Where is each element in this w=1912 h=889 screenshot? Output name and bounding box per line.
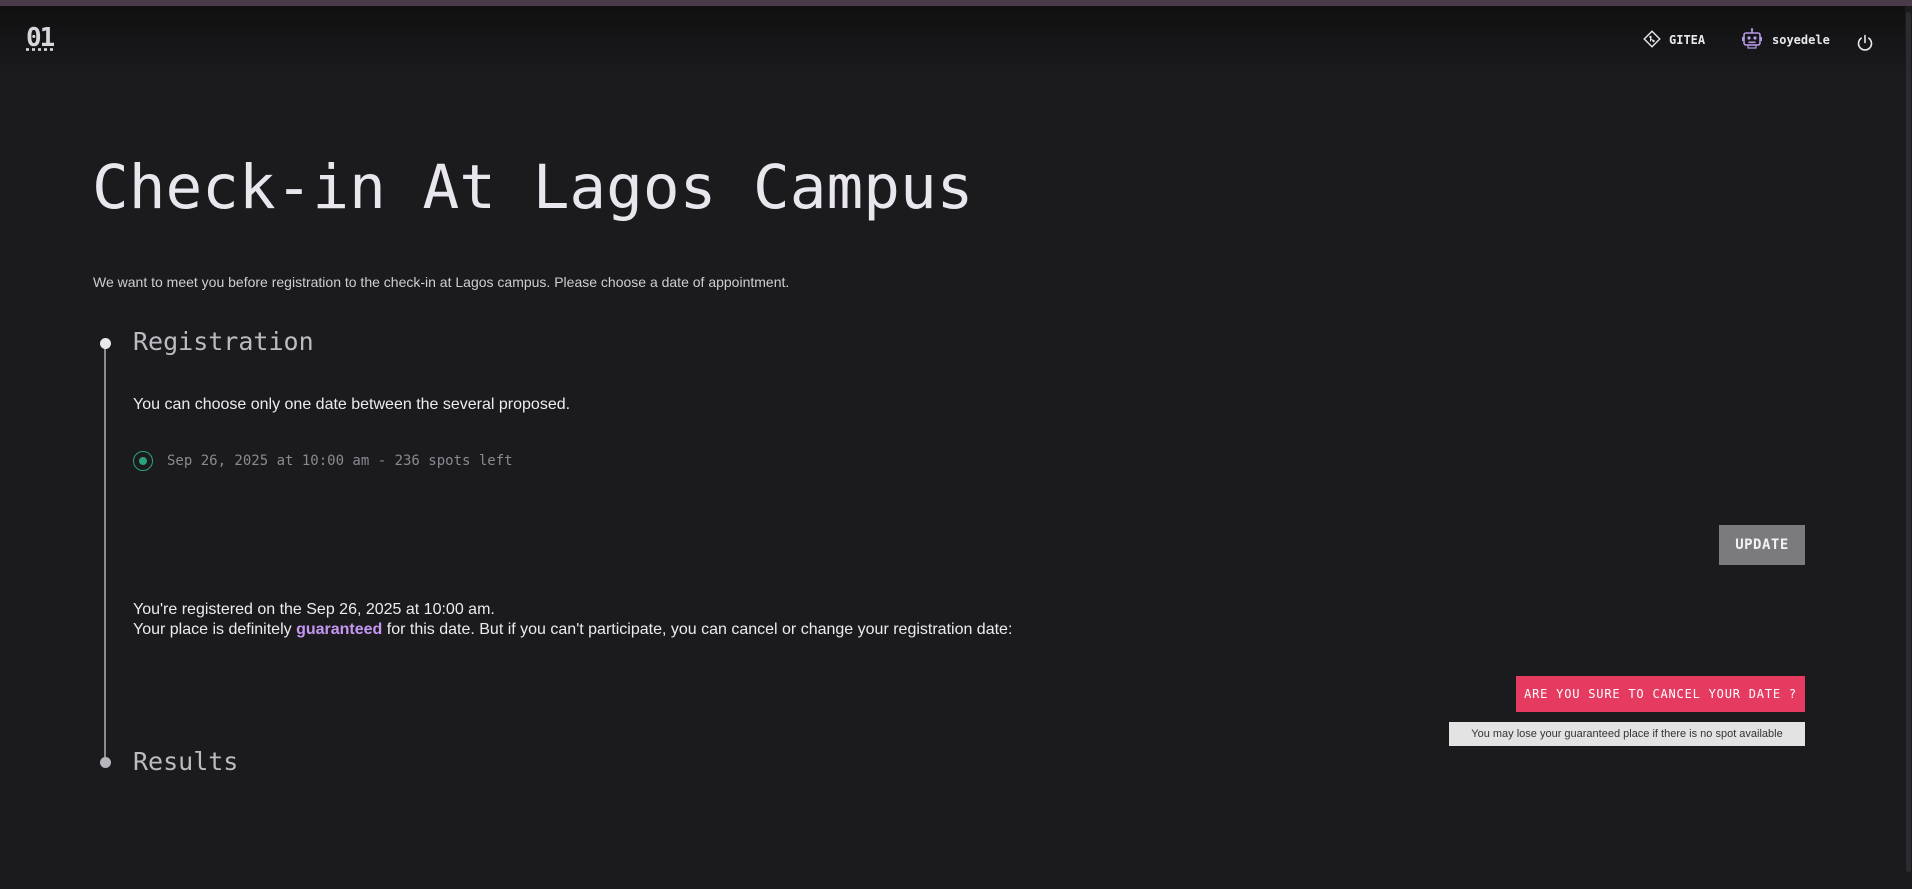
robot-avatar-icon	[1740, 27, 1764, 54]
intro-text: We want to meet you before registration …	[93, 274, 790, 290]
user-menu[interactable]: soyedele	[1740, 27, 1830, 54]
guarantee-prefix: Your place is definitely	[133, 621, 297, 638]
timeline-dot-registration	[100, 338, 111, 349]
top-bar: 01 GITEA soyedele	[0, 6, 1912, 78]
power-icon[interactable]	[1855, 33, 1875, 58]
page-title: Check-in At Lagos Campus	[92, 152, 974, 223]
gitea-label: GITEA	[1669, 33, 1706, 47]
results-heading: Results	[133, 747, 239, 776]
date-option-label: Sep 26, 2025 at 10:00 am - 236 spots lef…	[167, 453, 513, 469]
registration-heading: Registration	[133, 327, 314, 356]
gitea-diamond-icon	[1643, 29, 1661, 51]
scrollbar-thumb[interactable]	[1906, 12, 1911, 872]
guarantee-suffix: for this date. But if you can't particip…	[382, 621, 1013, 638]
date-option[interactable]: Sep 26, 2025 at 10:00 am - 236 spots lef…	[133, 451, 513, 471]
update-button[interactable]: UPDATE	[1719, 525, 1805, 565]
timeline-line	[104, 343, 106, 763]
cancel-tooltip: You may lose your guaranteed place if th…	[1449, 722, 1805, 746]
guaranteed-highlight: guaranteed	[296, 621, 383, 638]
choose-date-text: You can choose only one date between the…	[133, 396, 571, 413]
gitea-link[interactable]: GITEA	[1643, 28, 1705, 52]
username: soyedele	[1772, 33, 1830, 47]
radio-selected-dot	[139, 457, 147, 465]
timeline-dot-results	[100, 757, 111, 768]
registered-text: You're registered on the Sep 26, 2025 at…	[133, 601, 495, 618]
cancel-date-button[interactable]: ARE YOU SURE TO CANCEL YOUR DATE ?	[1516, 676, 1805, 712]
date-radio[interactable]	[133, 451, 153, 471]
guarantee-text: Your place is definitely guaranteed for …	[133, 621, 1012, 639]
logo[interactable]: 01	[26, 23, 55, 53]
